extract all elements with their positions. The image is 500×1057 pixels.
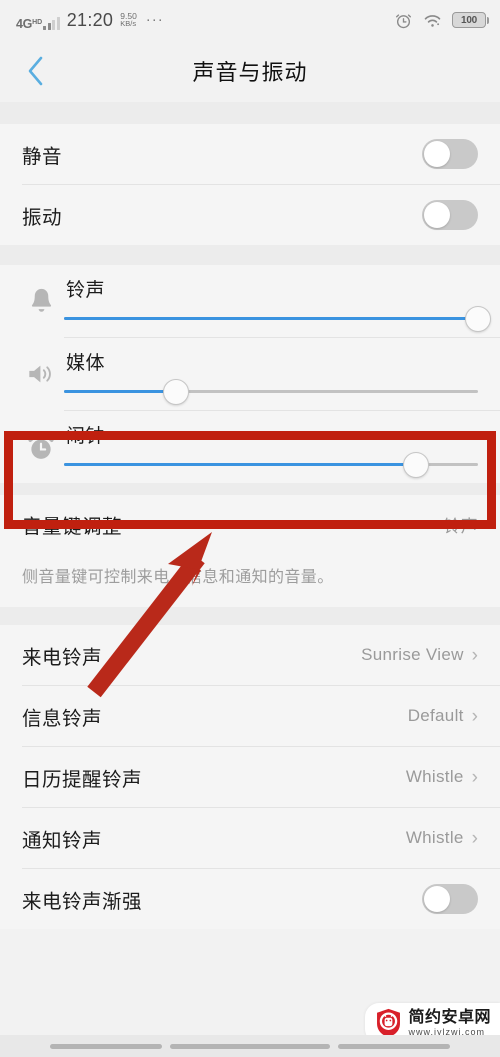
row-label: 来电铃声渐强 bbox=[22, 890, 143, 913]
section-gap-1 bbox=[0, 102, 500, 124]
row-message-ringtone[interactable]: 信息铃声 Default › bbox=[0, 686, 500, 747]
slider-thumb[interactable] bbox=[465, 305, 491, 332]
back-button[interactable] bbox=[14, 40, 58, 102]
row-label: 日历提醒铃声 bbox=[22, 768, 143, 791]
status-bar: 4G HD 21:20 9.50 KB/s ··· 100 bbox=[0, 0, 500, 40]
slider-row-media[interactable]: 媒体 bbox=[0, 338, 500, 410]
ringtone-crescendo-toggle[interactable] bbox=[422, 884, 478, 915]
android-shield-icon bbox=[377, 1008, 401, 1038]
slider-thumb[interactable] bbox=[402, 451, 429, 478]
row-value: Whistle bbox=[405, 828, 464, 848]
toggle-knob bbox=[424, 202, 450, 228]
vibrate-toggle[interactable] bbox=[422, 200, 478, 230]
alarm-clock-icon bbox=[18, 432, 64, 463]
app-header: 声音与振动 bbox=[0, 40, 500, 102]
row-volume-key[interactable]: 音量键调整 铃声 bbox=[0, 495, 500, 553]
row-right: Default › bbox=[408, 706, 478, 726]
slider-label: 媒体 bbox=[66, 353, 106, 374]
slider-fill bbox=[64, 463, 416, 466]
row-value: 铃声 bbox=[443, 516, 478, 536]
alarm-clock-icon bbox=[395, 13, 412, 28]
chevron-right-icon: › bbox=[471, 705, 478, 727]
bell-icon bbox=[18, 286, 64, 316]
ringtone-section: 来电铃声 Sunrise View › 信息铃声 Default › 日历提醒铃… bbox=[0, 625, 500, 930]
wifi-icon bbox=[424, 14, 441, 27]
media-slider[interactable] bbox=[64, 378, 478, 405]
slider-thumb[interactable] bbox=[162, 378, 189, 405]
back-chevron-icon bbox=[28, 56, 43, 86]
row-value: Sunrise View bbox=[361, 645, 464, 665]
battery-indicator: 100 bbox=[452, 12, 489, 28]
slider-body: 媒体 bbox=[64, 338, 478, 410]
watermark-site-name: 简约安卓网 bbox=[408, 1008, 491, 1026]
notification-overflow-dots: ··· bbox=[145, 11, 164, 28]
nav-back-gesture-pill[interactable] bbox=[50, 1043, 162, 1049]
nav-home-gesture-pill[interactable] bbox=[170, 1043, 330, 1049]
signal-bars-icon bbox=[43, 17, 60, 30]
section-gap-4 bbox=[0, 607, 500, 626]
section-gap-3 bbox=[0, 483, 500, 495]
nav-recents-gesture-pill[interactable] bbox=[338, 1043, 450, 1049]
row-label: 振动 bbox=[22, 206, 63, 229]
row-right: Sunrise View › bbox=[361, 645, 478, 665]
row-label: 来电铃声 bbox=[22, 646, 103, 669]
volume-key-section: 音量键调整 铃声 侧音量键可控制来电、信息和通知的音量。 bbox=[0, 495, 500, 608]
alarm-slider[interactable] bbox=[64, 451, 478, 478]
row-label: 音量键调整 bbox=[22, 515, 123, 538]
row-notification-ringtone[interactable]: 通知铃声 Whistle › bbox=[0, 808, 500, 869]
row-vibrate[interactable]: 振动 bbox=[0, 185, 500, 245]
volume-key-description: 侧音量键可控制来电、信息和通知的音量。 bbox=[0, 553, 500, 608]
chevron-right-icon: › bbox=[471, 766, 478, 788]
row-mute[interactable]: 静音 bbox=[0, 124, 500, 184]
row-ringtone-crescendo[interactable]: 来电铃声渐强 bbox=[0, 869, 500, 930]
row-value: Whistle bbox=[405, 767, 464, 787]
network-speed-unit: KB/s bbox=[120, 19, 137, 28]
chevron-right-icon: › bbox=[471, 827, 478, 849]
status-bar-clock: 21:20 bbox=[66, 9, 114, 30]
status-bar-right: 100 bbox=[394, 0, 489, 40]
row-call-ringtone[interactable]: 来电铃声 Sunrise View › bbox=[0, 625, 500, 686]
slider-body: 闹钟 bbox=[64, 411, 478, 483]
slider-label: 闹钟 bbox=[66, 426, 106, 447]
slider-body: 铃声 bbox=[64, 265, 491, 337]
toggle-knob bbox=[424, 141, 450, 167]
row-label: 通知铃声 bbox=[22, 829, 103, 852]
row-label: 静音 bbox=[22, 145, 63, 168]
row-label: 信息铃声 bbox=[22, 707, 103, 730]
system-navigation-bar bbox=[0, 1035, 500, 1057]
row-value: Default bbox=[407, 706, 464, 726]
toggle-section: 静音 振动 bbox=[0, 124, 500, 245]
battery-level-label: 100 bbox=[460, 14, 478, 26]
row-calendar-ringtone[interactable]: 日历提醒铃声 Whistle › bbox=[0, 747, 500, 808]
slider-fill bbox=[64, 390, 176, 393]
speaker-icon bbox=[18, 360, 64, 388]
mute-toggle[interactable] bbox=[422, 139, 478, 169]
network-speed: 9.50 KB/s bbox=[120, 12, 137, 28]
volume-slider-section: 铃声 媒体 闹钟 bbox=[0, 265, 500, 483]
section-gap-2 bbox=[0, 245, 500, 265]
watermark-text: 简约安卓网 www.jylzwj.com bbox=[408, 1008, 491, 1037]
slider-fill bbox=[64, 317, 478, 320]
slider-label: 铃声 bbox=[66, 280, 106, 301]
network-hd-label: HD bbox=[32, 19, 43, 26]
row-right: Whistle › bbox=[406, 767, 478, 787]
cellular-signal-icon: 4G HD bbox=[16, 10, 60, 30]
chevron-right-icon: › bbox=[471, 644, 478, 666]
ringtone-slider[interactable] bbox=[64, 305, 491, 332]
row-right: Whistle › bbox=[406, 828, 478, 848]
slider-row-alarm[interactable]: 闹钟 bbox=[0, 411, 500, 483]
page-title: 声音与振动 bbox=[192, 60, 308, 85]
slider-row-ringtone[interactable]: 铃声 bbox=[0, 265, 500, 337]
status-bar-left: 4G HD 21:20 9.50 KB/s ··· bbox=[16, 10, 164, 31]
toggle-knob bbox=[424, 886, 450, 913]
network-type-label: 4G bbox=[16, 17, 33, 31]
